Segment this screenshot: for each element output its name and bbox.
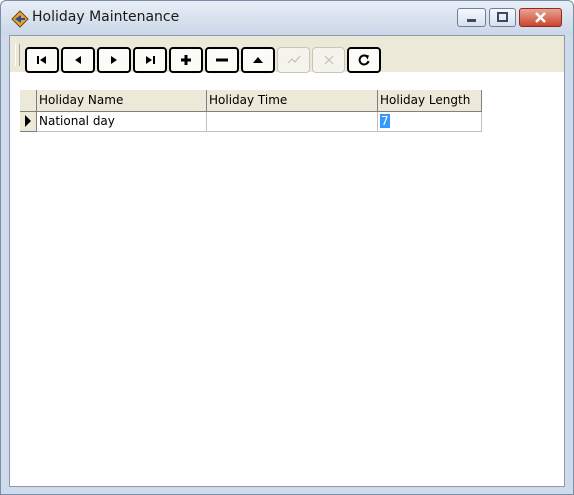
minus-icon: [216, 58, 228, 62]
x-icon: [324, 55, 333, 65]
cell-holiday-name[interactable]: National day: [37, 112, 207, 132]
close-icon: [535, 12, 546, 23]
selected-length-value: 7: [380, 114, 390, 128]
delete-record-button[interactable]: [205, 47, 239, 73]
row-pointer-icon: [25, 115, 31, 127]
minimize-button[interactable]: [457, 8, 486, 27]
app-icon: [11, 10, 29, 28]
close-button[interactable]: [519, 8, 562, 27]
up-triangle-icon: [253, 57, 263, 63]
toolbar-grip[interactable]: [15, 44, 20, 66]
plus-icon: [181, 55, 191, 65]
column-header-holiday-name[interactable]: Holiday Name: [37, 90, 207, 112]
maximize-icon: [497, 12, 508, 22]
insert-record-button[interactable]: [169, 47, 203, 73]
column-header-holiday-length[interactable]: Holiday Length: [378, 90, 482, 112]
checkmark-icon: [287, 55, 300, 64]
first-record-button[interactable]: [25, 47, 59, 73]
next-record-button[interactable]: [97, 47, 131, 73]
app-window: Holiday Maintenance Holiday Name Holiday…: [0, 0, 574, 495]
edit-record-button[interactable]: [241, 47, 275, 73]
cancel-edit-button[interactable]: [312, 47, 345, 73]
prior-record-icon: [75, 56, 81, 64]
cell-holiday-length[interactable]: 7: [378, 112, 482, 132]
last-record-button[interactable]: [133, 47, 167, 73]
title-bar[interactable]: Holiday Maintenance: [1, 1, 573, 35]
window-title: Holiday Maintenance: [32, 9, 180, 25]
refresh-icon: [358, 54, 370, 66]
minimize-icon: [467, 19, 476, 22]
client-area: Holiday Name Holiday Time Holiday Length…: [9, 35, 565, 487]
post-edit-button[interactable]: [277, 47, 310, 73]
maximize-button[interactable]: [489, 8, 516, 27]
refresh-button[interactable]: [347, 47, 381, 73]
current-row-indicator[interactable]: [20, 112, 37, 132]
first-record-icon: [37, 56, 46, 64]
grid-corner: [20, 90, 37, 112]
prior-record-button[interactable]: [61, 47, 95, 73]
last-record-icon: [146, 56, 155, 64]
next-record-icon: [111, 56, 117, 64]
column-header-holiday-time[interactable]: Holiday Time: [207, 90, 378, 112]
cell-holiday-time[interactable]: [207, 112, 378, 132]
